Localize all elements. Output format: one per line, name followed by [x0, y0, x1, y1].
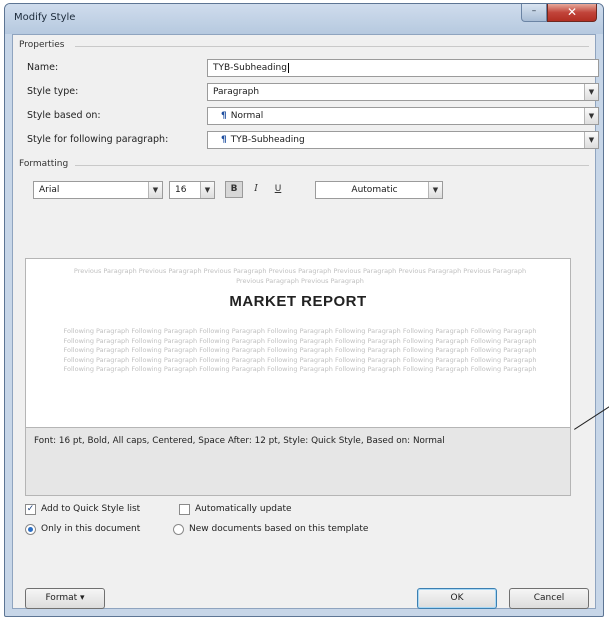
heading-sample: MARKET REPORT — [229, 293, 367, 310]
only-this-document-label: Only in this document — [41, 524, 141, 534]
based-on-dropdown[interactable]: ¶ Normal ▼ — [207, 107, 599, 125]
minimize-icon[interactable]: – — [521, 4, 547, 22]
font-size-value: 16 — [175, 185, 187, 195]
style-type-dropdown[interactable]: Paragraph ▼ — [207, 83, 599, 101]
previous-paragraph-sample: Previous Paragraph Previous Paragraph Pr… — [73, 267, 527, 285]
title-bar[interactable]: Modify Style – ✕ — [5, 4, 603, 34]
ok-button[interactable]: OK — [417, 588, 497, 609]
chevron-down-icon: ▼ — [584, 84, 598, 100]
style-type-value: Paragraph — [213, 87, 260, 97]
based-on-value: Normal — [230, 111, 264, 121]
style-preview: Previous Paragraph Previous Paragraph Pr… — [25, 258, 571, 428]
auto-update-checkbox[interactable] — [179, 504, 190, 515]
paragraph-style-icon: ¶ — [221, 135, 227, 145]
chevron-down-icon: ▼ — [584, 108, 598, 124]
new-documents-label: New documents based on this template — [189, 524, 369, 534]
auto-update-label: Automatically update — [195, 504, 292, 514]
chevron-down-icon: ▼ — [428, 182, 442, 198]
name-value: TYB-Subheading — [213, 63, 287, 73]
font-color-dropdown[interactable]: Automatic ▼ — [315, 181, 443, 199]
font-dropdown[interactable]: Arial ▼ — [33, 181, 163, 199]
paragraph-style-icon: ¶ — [221, 111, 227, 121]
new-documents-radio[interactable] — [173, 524, 184, 535]
underline-button[interactable]: U — [269, 181, 287, 198]
properties-section-label: Properties — [19, 40, 65, 50]
based-on-label: Style based on: — [27, 110, 101, 121]
add-quick-style-checkbox[interactable]: ✓ — [25, 504, 36, 515]
add-quick-style-label: Add to Quick Style list — [41, 504, 141, 514]
cancel-button[interactable]: Cancel — [509, 588, 589, 609]
text-caret — [287, 63, 289, 73]
format-button[interactable]: Format ▾ — [25, 588, 105, 609]
chevron-down-icon: ▼ — [200, 182, 214, 198]
dialog-title: Modify Style — [14, 12, 76, 23]
chevron-down-icon: ▼ — [584, 132, 598, 148]
bold-button[interactable]: B — [225, 181, 243, 198]
font-color-value: Automatic — [351, 185, 398, 195]
name-label: Name: — [27, 62, 59, 73]
font-value: Arial — [39, 185, 60, 195]
close-icon[interactable]: ✕ — [547, 4, 597, 22]
font-size-dropdown[interactable]: 16 ▼ — [169, 181, 215, 199]
chevron-down-icon: ▼ — [148, 182, 162, 198]
following-style-dropdown[interactable]: ¶ TYB-Subheading ▼ — [207, 131, 599, 149]
formatting-section-label: Formatting — [19, 159, 69, 169]
properties-divider — [75, 46, 589, 47]
style-type-label: Style type: — [27, 86, 79, 97]
italic-button[interactable]: I — [247, 181, 265, 198]
following-style-value: TYB-Subheading — [230, 135, 305, 145]
only-this-document-radio[interactable] — [25, 524, 36, 535]
name-field[interactable]: TYB-Subheading — [207, 59, 599, 77]
following-paragraph-sample: Following Paragraph Following Paragraph … — [63, 327, 537, 373]
following-style-label: Style for following paragraph: — [27, 134, 169, 145]
modify-style-dialog: Modify Style – ✕ Properties Name: TYB-Su… — [4, 3, 604, 617]
style-description-box: Font: 16 pt, Bold, All caps, Centered, S… — [25, 428, 571, 496]
formatting-divider — [75, 165, 589, 166]
style-description: Font: 16 pt, Bold, All caps, Centered, S… — [34, 436, 445, 446]
